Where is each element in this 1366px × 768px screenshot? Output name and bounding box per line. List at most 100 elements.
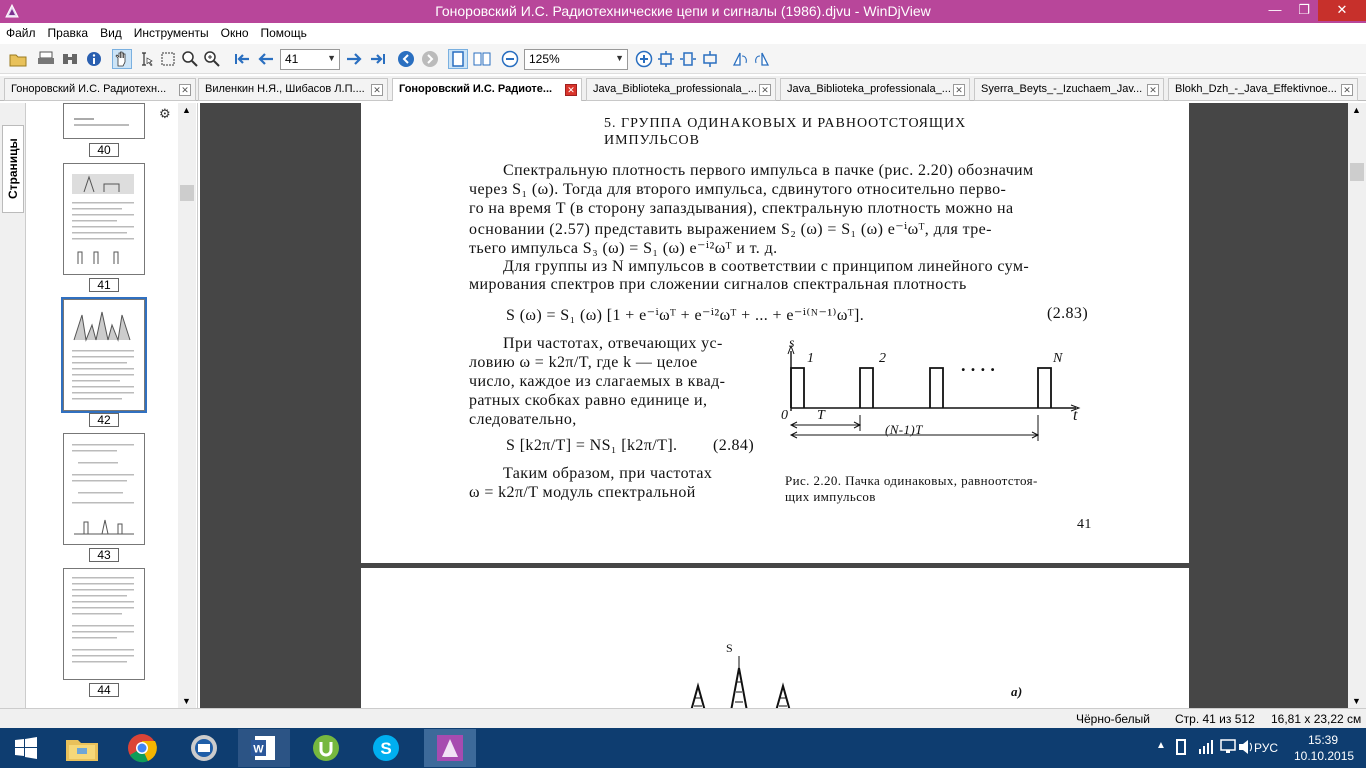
- forward-icon[interactable]: [420, 49, 440, 69]
- select-rect-icon[interactable]: [158, 49, 178, 69]
- page-status: Стр. 41 из 512: [1175, 712, 1255, 726]
- tab-java-1[interactable]: Java_Biblioteka_professionala_... ✕: [586, 78, 776, 101]
- document-scrollbar[interactable]: ▲ ▼: [1348, 103, 1366, 708]
- text-line: ω = k2π/T модуль спектральной: [469, 484, 696, 501]
- section-heading: 5. ГРУППА ОДИНАКОВЫХ И РАВНООТСТОЯЩИХ: [604, 116, 967, 131]
- rotate-left-icon[interactable]: [730, 49, 750, 69]
- menu-view[interactable]: Вид: [100, 26, 122, 40]
- show-hidden-icons[interactable]: ▲: [1156, 740, 1166, 751]
- windjview-taskbar-icon[interactable]: [424, 729, 476, 767]
- close-icon[interactable]: ✕: [1147, 84, 1159, 96]
- tab-vilenkin[interactable]: Виленкин Н.Я., Шибасов Л.П.... ✕: [198, 78, 388, 101]
- scrollbar-thumb[interactable]: [180, 185, 194, 201]
- document-viewer[interactable]: 5. ГРУППА ОДИНАКОВЫХ И РАВНООТСТОЯЩИХ ИМ…: [200, 103, 1348, 708]
- menu-bar: Файл Правка Вид Инструменты Окно Помощь: [0, 23, 1366, 43]
- color-mode-status: Чёрно-белый: [1076, 712, 1150, 726]
- close-icon[interactable]: ✕: [1341, 84, 1353, 96]
- text-line: тьего импульса S₃ (ω) = S₁ (ω) e⁻ⁱ²ωᵀ и …: [469, 240, 778, 257]
- page-thumbnail-current[interactable]: [61, 297, 147, 413]
- close-button[interactable]: ✕: [1318, 0, 1366, 21]
- clock-time[interactable]: 15:39: [1308, 733, 1338, 747]
- clock-date[interactable]: 10.10.2015: [1294, 749, 1354, 763]
- tab-pages[interactable]: Страницы: [2, 125, 24, 213]
- minimize-button[interactable]: —: [1260, 0, 1290, 21]
- page-thumbnail[interactable]: [63, 163, 145, 275]
- document-page: 5. ГРУППА ОДИНАКОВЫХ И РАВНООТСТОЯЩИХ ИМ…: [361, 103, 1189, 563]
- fit-width-icon[interactable]: [678, 49, 698, 69]
- open-folder-icon[interactable]: [8, 49, 28, 69]
- windows-taskbar: W S ▲ РУС 15:39 10.10.2015: [0, 728, 1366, 768]
- menu-help[interactable]: Помощь: [261, 26, 307, 40]
- page-thumbnail[interactable]: [63, 103, 145, 139]
- zoom-in-icon[interactable]: [634, 49, 654, 69]
- tab-syerra[interactable]: Syerra_Beyts_-_Izuchaem_Jav... ✕: [974, 78, 1164, 101]
- utorrent-icon[interactable]: [300, 729, 352, 767]
- find-icon[interactable]: [60, 49, 80, 69]
- magnifier-icon[interactable]: [202, 49, 222, 69]
- scrollbar-thumb[interactable]: [1350, 163, 1364, 181]
- chrome-icon[interactable]: [116, 729, 168, 767]
- zoom-rect-icon[interactable]: [180, 49, 200, 69]
- close-icon[interactable]: ✕: [759, 84, 771, 96]
- menu-tools[interactable]: Инструменты: [134, 26, 209, 40]
- page-thumbnail[interactable]: [63, 433, 145, 545]
- title-bar: Гоноровский И.С. Радиотехнические цепи и…: [0, 0, 1366, 23]
- mail-app-icon[interactable]: [178, 729, 230, 767]
- back-icon[interactable]: [396, 49, 416, 69]
- print-icon[interactable]: [36, 49, 56, 69]
- network-icon[interactable]: [1220, 738, 1236, 759]
- toolbar: 41 ▼ 125% ▼: [0, 44, 1366, 74]
- two-pages-icon[interactable]: [472, 49, 492, 69]
- thumbnail-scrollbar[interactable]: ▲ ▼: [178, 103, 196, 708]
- single-page-icon[interactable]: [448, 49, 468, 69]
- next-page-icon[interactable]: [344, 49, 364, 69]
- tab-gonorovsky-1[interactable]: Гоноровский И.С. Радиотехн... ✕: [4, 78, 196, 101]
- word-icon[interactable]: W: [238, 729, 290, 767]
- signal-icon[interactable]: [1198, 737, 1214, 758]
- svg-text:S: S: [380, 739, 391, 758]
- start-button[interactable]: [0, 729, 52, 767]
- text-line: следовательно,: [469, 411, 577, 428]
- menu-edit[interactable]: Правка: [48, 26, 89, 40]
- scroll-down-icon[interactable]: ▼: [182, 696, 191, 706]
- scroll-down-icon[interactable]: ▼: [1352, 696, 1361, 706]
- battery-icon[interactable]: [1176, 739, 1186, 755]
- last-page-icon[interactable]: [368, 49, 388, 69]
- zoom-out-icon[interactable]: [500, 49, 520, 69]
- menu-window[interactable]: Окно: [221, 26, 249, 40]
- close-icon[interactable]: ✕: [179, 84, 191, 96]
- close-icon[interactable]: ✕: [953, 84, 965, 96]
- fit-page-icon[interactable]: [656, 49, 676, 69]
- menu-file[interactable]: Файл: [6, 26, 36, 40]
- file-explorer-icon[interactable]: [56, 729, 108, 767]
- close-icon[interactable]: ✕: [371, 84, 383, 96]
- tab-gonorovsky-active[interactable]: Гоноровский И.С. Радиоте... ✕: [392, 78, 582, 101]
- settings-icon[interactable]: ⚙: [159, 106, 171, 122]
- rotate-right-icon[interactable]: [752, 49, 772, 69]
- thumbnail-label: 42: [89, 413, 119, 427]
- first-page-icon[interactable]: [232, 49, 252, 69]
- info-icon[interactable]: [84, 49, 104, 69]
- subfigure-label: a): [1011, 684, 1023, 699]
- status-bar: Чёрно-белый Стр. 41 из 512 16,81 x 23,22…: [0, 708, 1366, 728]
- page-number-input[interactable]: 41 ▼: [280, 49, 340, 70]
- prev-page-icon[interactable]: [256, 49, 276, 69]
- formula: S [k2π/T] = NS₁ [k2π/T].: [506, 437, 678, 454]
- actual-size-icon[interactable]: [700, 49, 720, 69]
- close-icon[interactable]: ✕: [565, 84, 577, 96]
- tab-java-2[interactable]: Java_Biblioteka_professionala_... ✕: [780, 78, 970, 101]
- zoom-select[interactable]: 125% ▼: [524, 49, 628, 70]
- text-line: Спектральную плотность первого импульса …: [503, 162, 1034, 179]
- select-text-icon[interactable]: [136, 49, 156, 69]
- volume-icon[interactable]: [1238, 738, 1254, 759]
- origin-label: 0: [781, 408, 789, 423]
- maximize-button[interactable]: ❐: [1290, 0, 1318, 21]
- skype-icon[interactable]: S: [360, 729, 412, 767]
- text-line: Таким образом, при частотах: [503, 465, 713, 482]
- hand-tool-icon[interactable]: [112, 49, 132, 69]
- scroll-up-icon[interactable]: ▲: [182, 105, 191, 115]
- scroll-up-icon[interactable]: ▲: [1352, 105, 1361, 115]
- page-thumbnail[interactable]: [63, 568, 145, 680]
- language-indicator[interactable]: РУС: [1254, 741, 1278, 755]
- tab-blokh[interactable]: Blokh_Dzh_-_Java_Effektivnoe... ✕: [1168, 78, 1358, 101]
